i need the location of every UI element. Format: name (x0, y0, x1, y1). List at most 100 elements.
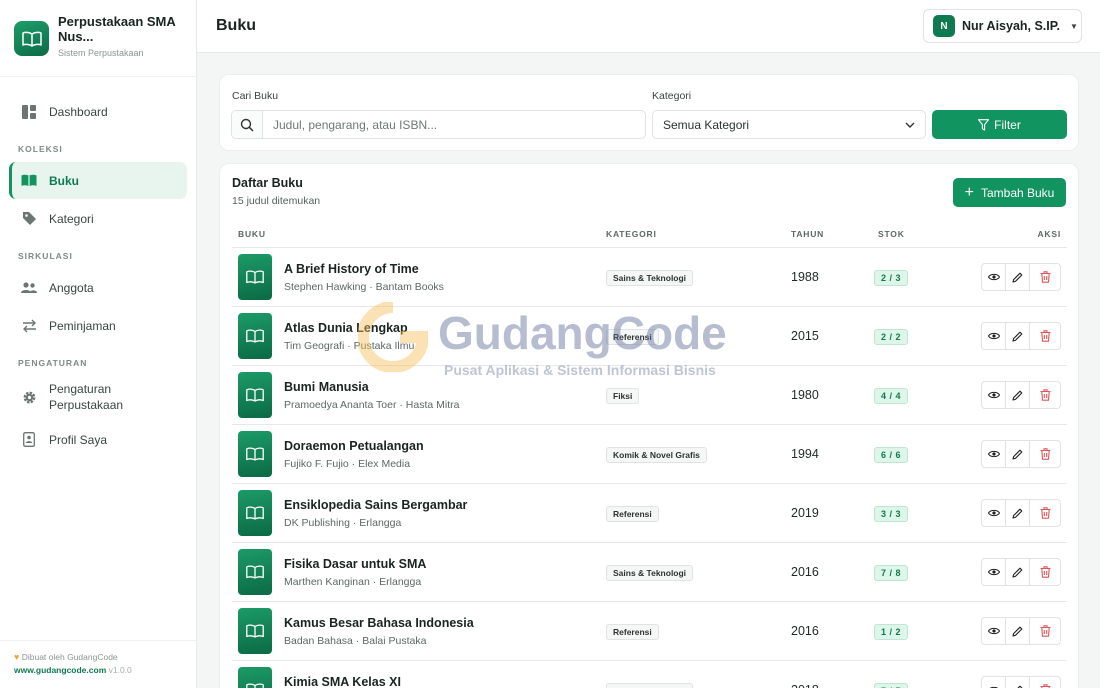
stock-badge: 2 / 3 (874, 270, 909, 286)
table-header: BUKU KATEGORI TAHUN STOK AKSI (232, 223, 1067, 248)
id-card-icon (21, 432, 37, 448)
footer-url-link[interactable]: www.gudangcode.com (14, 665, 106, 675)
sidebar-item-dashboard[interactable]: Dashboard (9, 93, 187, 130)
book-year: 1994 (791, 447, 819, 461)
category-badge: Referensi (606, 329, 659, 345)
user-menu-button[interactable]: N Nur Aisyah, S.IP. ▼ (923, 9, 1082, 43)
view-button[interactable] (981, 322, 1006, 350)
sidebar-item-label: Pengaturan (49, 382, 112, 396)
row-actions (981, 499, 1061, 527)
eye-icon (987, 568, 1000, 576)
brand-name: Perpustakaan SMA Nus... (58, 14, 176, 44)
book-icon (21, 173, 37, 189)
eye-icon (987, 627, 1000, 635)
pencil-icon (1012, 626, 1023, 637)
trash-icon (1040, 566, 1051, 578)
delete-button[interactable] (1029, 440, 1061, 468)
edit-button[interactable] (1005, 499, 1030, 527)
page-title: Buku (216, 17, 256, 34)
table-row: Kamus Besar Bahasa Indonesia Badan Bahasa… (232, 602, 1067, 661)
book-title: A Brief History of Time (284, 262, 419, 276)
chevron-down-icon (905, 119, 915, 133)
sidebar-item-label: Buku (49, 173, 79, 188)
book-author-publisher: Marthen Kanginan · Erlangga (284, 576, 422, 588)
book-title: Kamus Besar Bahasa Indonesia (284, 616, 474, 630)
book-year: 1988 (791, 270, 819, 284)
view-button[interactable] (981, 676, 1006, 688)
delete-button[interactable] (1029, 676, 1061, 688)
edit-button[interactable] (1005, 381, 1030, 409)
search-icon (232, 111, 263, 138)
filter-button-label: Filter (994, 117, 1021, 132)
users-icon (21, 280, 37, 296)
sidebar-item-peminjaman[interactable]: Peminjaman (9, 307, 187, 344)
view-button[interactable] (981, 263, 1006, 291)
row-actions (981, 381, 1061, 409)
nav-section-pengaturan: PENGATURAN (18, 358, 88, 368)
view-button[interactable] (981, 617, 1006, 645)
book-author-publisher: Stephen Hawking · Bantam Books (284, 281, 444, 293)
stock-badge: 4 / 4 (874, 388, 909, 404)
book-author-publisher: DK Publishing · Erlangga (284, 517, 402, 529)
brand-subtitle: Sistem Perpustakaan (58, 48, 144, 58)
filter-button[interactable]: Filter (932, 110, 1067, 139)
search-input[interactable] (263, 111, 645, 138)
view-button[interactable] (981, 440, 1006, 468)
view-button[interactable] (981, 558, 1006, 586)
edit-button[interactable] (1005, 322, 1030, 350)
eye-icon (987, 450, 1000, 458)
book-cover-icon (238, 372, 272, 418)
book-cover-icon (238, 431, 272, 477)
edit-button[interactable] (1005, 263, 1030, 291)
book-title: Atlas Dunia Lengkap (284, 321, 408, 335)
delete-button[interactable] (1029, 558, 1061, 586)
edit-button[interactable] (1005, 676, 1030, 688)
sidebar-item-label-line2: Perpustakaan (49, 398, 124, 412)
book-list-card: Daftar Buku 15 judul ditemukan + Tambah … (219, 163, 1079, 688)
row-actions (981, 263, 1061, 291)
delete-button[interactable] (1029, 381, 1061, 409)
book-cover-icon (238, 490, 272, 536)
delete-button[interactable] (1029, 499, 1061, 527)
sidebar-item-label: Peminjaman (49, 318, 116, 333)
view-button[interactable] (981, 381, 1006, 409)
book-title: Bumi Manusia (284, 380, 369, 394)
version-text: v1.0.0 (108, 665, 132, 675)
sidebar-item-pengaturan[interactable]: Pengaturan Perpustakaan (9, 376, 187, 418)
delete-button[interactable] (1029, 617, 1061, 645)
heart-icon: ♥ (14, 652, 20, 662)
eye-icon (987, 332, 1000, 340)
book-title: Doraemon Petualangan (284, 439, 424, 453)
brand-logo-book-icon (14, 21, 49, 56)
book-year: 2019 (791, 506, 819, 520)
avatar: N (933, 15, 955, 37)
edit-button[interactable] (1005, 617, 1030, 645)
sidebar-item-anggota[interactable]: Anggota (9, 269, 187, 306)
book-cover-icon (238, 608, 272, 654)
plus-icon: + (964, 183, 974, 201)
pencil-icon (1012, 390, 1023, 401)
trash-icon (1040, 389, 1051, 401)
category-select[interactable]: Semua Kategori (652, 110, 926, 139)
add-book-button[interactable]: + Tambah Buku (953, 178, 1066, 207)
table-row: Bumi Manusia Pramoedya Ananta Toer · Hast… (232, 366, 1067, 425)
brand[interactable]: Perpustakaan SMA Nus... Sistem Perpustak… (0, 0, 196, 77)
sidebar-item-profil[interactable]: Profil Saya (9, 421, 187, 458)
delete-button[interactable] (1029, 322, 1061, 350)
sidebar-item-kategori[interactable]: Kategori (9, 200, 187, 237)
gear-icon (21, 389, 37, 405)
edit-button[interactable] (1005, 558, 1030, 586)
sidebar-item-buku[interactable]: Buku (9, 162, 187, 199)
row-actions (981, 617, 1061, 645)
book-cover-icon (238, 549, 272, 595)
delete-button[interactable] (1029, 263, 1061, 291)
book-author-publisher: Pramoedya Ananta Toer · Hasta Mitra (284, 399, 460, 411)
view-button[interactable] (981, 499, 1006, 527)
book-year: 2016 (791, 565, 819, 579)
made-by-text: Dibuat oleh GudangCode (21, 652, 118, 662)
tag-icon (21, 211, 37, 227)
edit-button[interactable] (1005, 440, 1030, 468)
table-row: Kimia SMA Kelas XI Sains & Teknologi 2018 7… (232, 661, 1067, 688)
category-badge: Komik & Novel Grafis (606, 447, 707, 463)
pencil-icon (1012, 685, 1023, 688)
